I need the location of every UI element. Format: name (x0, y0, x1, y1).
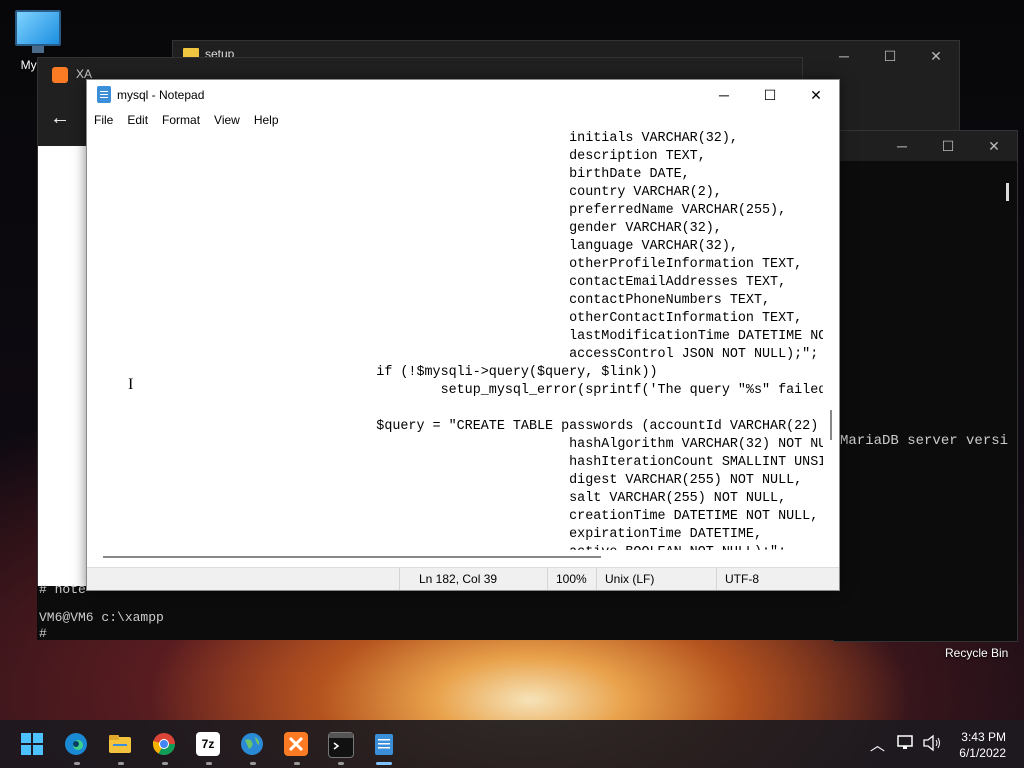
status-line-ending: Unix (LF) (605, 572, 655, 586)
notepad-titlebar[interactable]: mysql - Notepad ─ ☐ ✕ (87, 80, 839, 110)
terminal-cursor-line: # (39, 626, 47, 641)
chrome-icon[interactable] (152, 732, 176, 756)
minimize-button[interactable]: ─ (821, 41, 867, 71)
notepad-statusbar: Ln 182, Col 39 100% Unix (LF) UTF-8 (87, 567, 839, 590)
xampp-running-indicator (294, 762, 300, 765)
menu-format[interactable]: Format (155, 110, 207, 130)
terminal-icon[interactable] (328, 732, 354, 758)
vertical-scroll-thumb[interactable] (830, 410, 832, 440)
network-globe-icon[interactable] (240, 732, 264, 756)
horizontal-scrollbar[interactable] (87, 550, 823, 564)
horizontal-scroll-thumb[interactable] (103, 556, 601, 558)
minimize-button[interactable]: ─ (879, 131, 925, 161)
show-hidden-icons-chevron-icon[interactable]: ︿ (870, 734, 885, 755)
close-button[interactable]: ✕ (793, 80, 839, 110)
status-divider (596, 568, 597, 590)
vertical-scrollbar[interactable] (823, 130, 839, 550)
taskbar: 7z ︿ 3:43 PM 6/1/2022 (0, 720, 1024, 768)
chrome-running-indicator (162, 762, 168, 765)
notepad-menubar: File Edit Format View Help (87, 110, 839, 130)
notepad-icon (97, 86, 111, 103)
terminal-output: MariaDB server versi (840, 433, 1009, 449)
notepad-text-area[interactable]: initials VARCHAR(32), description TEXT, … (87, 130, 823, 550)
close-button[interactable]: ✕ (971, 131, 1017, 161)
menu-edit[interactable]: Edit (120, 110, 155, 130)
maximize-button[interactable]: ☐ (867, 41, 913, 71)
status-zoom: 100% (556, 572, 587, 586)
text-cursor-icon: I (128, 376, 134, 393)
notepad-active-indicator (376, 762, 392, 765)
terminal-window[interactable]: ─ ☐ ✕ MariaDB server versi (833, 130, 1018, 642)
close-button[interactable]: ✕ (913, 41, 959, 71)
file-explorer-icon[interactable] (108, 732, 132, 756)
status-divider (547, 568, 548, 590)
terminal-running-indicator (338, 762, 344, 765)
volume-icon[interactable] (922, 734, 942, 756)
edge-icon[interactable] (64, 732, 88, 756)
monitor-icon (15, 10, 61, 53)
menu-file[interactable]: File (87, 110, 120, 130)
xampp-icon (52, 67, 68, 83)
back-arrow-icon[interactable]: ← (50, 107, 70, 130)
status-divider (399, 568, 400, 590)
network-icon[interactable] (896, 734, 916, 756)
status-encoding: UTF-8 (725, 572, 759, 586)
menu-view[interactable]: View (207, 110, 247, 130)
recycle-bin-label[interactable]: Recycle Bin (945, 646, 1008, 660)
notepad-code-text[interactable]: initials VARCHAR(32), description TEXT, … (87, 130, 823, 550)
clock-time: 3:43 PM (961, 730, 1006, 744)
clock-date: 6/1/2022 (959, 746, 1006, 760)
edge-running-indicator (74, 762, 80, 765)
maximize-button[interactable]: ☐ (747, 80, 793, 110)
terminal-titlebar[interactable]: ─ ☐ ✕ (834, 131, 1017, 161)
globe-running-indicator (250, 762, 256, 765)
maximize-button[interactable]: ☐ (925, 131, 971, 161)
status-divider (716, 568, 717, 590)
notepad-icon[interactable] (372, 732, 396, 756)
7zip-icon[interactable]: 7z (196, 732, 220, 756)
terminal-scrollbar[interactable] (1006, 183, 1009, 201)
notepad-title: mysql - Notepad (117, 88, 205, 102)
terminal-prompt: VM6@VM6 c:\xampp (39, 610, 164, 625)
notepad-window[interactable]: mysql - Notepad ─ ☐ ✕ File Edit Format V… (86, 79, 840, 591)
explorer-running-indicator (118, 762, 124, 765)
xampp-icon[interactable] (284, 732, 308, 756)
7zip-running-indicator (206, 762, 212, 765)
start-icon[interactable] (20, 732, 44, 756)
system-clock[interactable]: 3:43 PM 6/1/2022 (959, 729, 1006, 761)
minimize-button[interactable]: ─ (701, 80, 747, 110)
status-position: Ln 182, Col 39 (419, 572, 498, 586)
terminal-bottom-area[interactable]: # note VM6@VM6 c:\xampp # (37, 582, 1017, 641)
terminal-line: # note (39, 582, 86, 597)
menu-help[interactable]: Help (247, 110, 286, 130)
